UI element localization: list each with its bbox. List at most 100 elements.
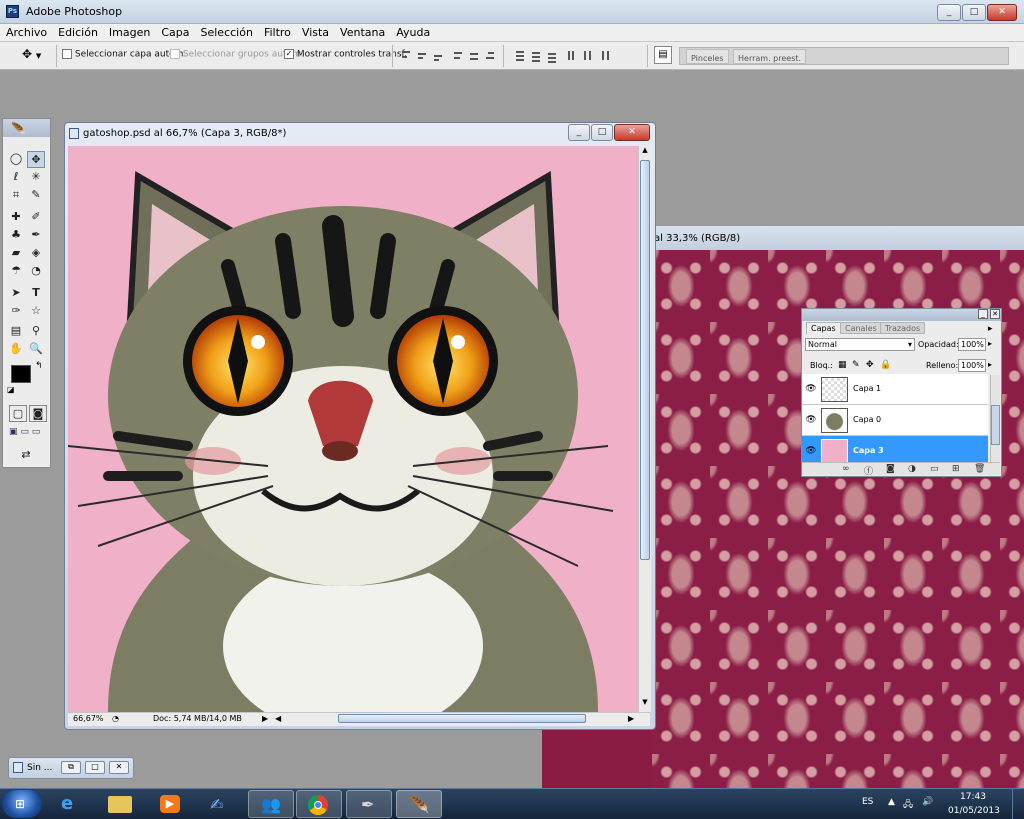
menu-ventana[interactable]: Ventana [334, 24, 390, 39]
eye-icon[interactable]: 👁 [805, 383, 817, 395]
clock-date[interactable]: 01/05/2013 [948, 806, 1000, 816]
layers-scroll-thumb[interactable] [991, 405, 1000, 445]
vertical-scrollbar[interactable]: ▲ ▼ [638, 146, 651, 712]
scroll-right-icon[interactable]: ▶ [628, 714, 634, 723]
shape-tool-icon[interactable]: ☆ [27, 303, 45, 320]
move-tool-icon[interactable]: ✥ [27, 151, 45, 168]
doc-close-button[interactable]: ✕ [614, 124, 650, 141]
panel-close-icon[interactable]: ✕ [990, 309, 1000, 319]
distribute-horizontal-center-icon[interactable] [580, 47, 594, 63]
brush-tool-icon[interactable]: ✐ [27, 209, 45, 226]
distribute-bottom-icon[interactable] [544, 47, 558, 63]
lock-all-icon[interactable]: 🔒 [880, 360, 891, 370]
clock-time[interactable]: 17:43 [960, 792, 986, 802]
distribute-top-icon[interactable] [512, 47, 526, 63]
healing-brush-icon[interactable]: ✚ [7, 209, 25, 226]
eyedropper-icon[interactable]: ⚲ [27, 323, 45, 340]
menu-ayuda[interactable]: Ayuda [390, 24, 435, 39]
panel-minimize-icon[interactable]: _ [978, 309, 988, 319]
standard-mode-icon[interactable]: ▢ [9, 405, 27, 422]
tab-pinceles[interactable]: Pinceles [686, 49, 729, 64]
menu-seleccion[interactable]: Selección [195, 24, 258, 39]
restore-icon[interactable]: ⧉ [61, 761, 81, 774]
marquee-tool-icon[interactable]: ◯ [7, 151, 25, 168]
eye-icon[interactable]: 👁 [805, 445, 817, 457]
layer-mask-icon[interactable]: ◙ [886, 464, 895, 474]
blend-mode-select[interactable]: Normal ▾ [805, 338, 915, 351]
paint-app-icon[interactable]: ✍ [198, 790, 244, 818]
move-tool-preset-picker[interactable]: ✥ ▼ [22, 47, 52, 63]
blur-tool-icon[interactable]: ☂ [7, 263, 25, 280]
show-transform-checkbox[interactable]: ✓ [284, 49, 294, 59]
paint-bucket-icon[interactable]: ◈ [27, 245, 45, 262]
distribute-right-icon[interactable] [596, 47, 610, 63]
adjustment-layer-icon[interactable]: ◑ [908, 464, 916, 474]
vertical-scroll-thumb[interactable] [640, 160, 650, 560]
hand-tool-icon[interactable]: ✋ [7, 341, 25, 358]
type-tool-icon[interactable]: T [27, 285, 45, 302]
align-top-icon[interactable] [398, 47, 412, 63]
horizontal-scroll-thumb[interactable] [338, 714, 586, 723]
document-canvas[interactable] [68, 146, 638, 712]
layer-style-icon[interactable]: ⓕ [864, 464, 873, 477]
brush-app-icon[interactable]: ✒ [346, 790, 392, 818]
menu-vista[interactable]: Vista [296, 24, 334, 39]
layer-row[interactable]: 👁 Capa 0 [802, 405, 988, 436]
align-left-icon[interactable] [450, 47, 464, 63]
messenger-icon[interactable]: 👥 [248, 790, 294, 818]
media-player-icon[interactable]: ▶ [148, 790, 194, 818]
doc-minimize-button[interactable]: _ [568, 124, 590, 141]
start-button[interactable]: ⊞ [2, 790, 42, 818]
maximize-icon[interactable]: □ [85, 761, 105, 774]
palette-well-icon[interactable]: ▤ [654, 46, 672, 64]
photoshop-taskbar-icon[interactable]: 🪶 [396, 790, 442, 818]
foreground-color-swatch[interactable] [11, 365, 31, 383]
toolbox-header[interactable]: 🪶 [3, 119, 50, 137]
layers-panel-header[interactable]: _ ✕ [802, 309, 1001, 321]
minimize-button[interactable]: _ [937, 4, 961, 21]
auto-select-layer-option[interactable]: Seleccionar capa autom. [62, 49, 186, 60]
zoom-tool-icon[interactable]: 🔍 [27, 341, 45, 358]
show-desktop-button[interactable] [1012, 789, 1024, 819]
maximize-button[interactable]: □ [962, 4, 986, 21]
scroll-up-icon[interactable]: ▲ [640, 146, 650, 158]
status-info-icon[interactable]: ◔ [112, 714, 119, 723]
align-vertical-center-icon[interactable] [414, 47, 428, 63]
show-transform-option[interactable]: ✓ Mostrar controles transf. [284, 49, 407, 60]
tab-canales[interactable]: Canales [840, 322, 882, 334]
fill-input[interactable]: 100% [958, 359, 986, 372]
lock-position-icon[interactable]: ✥ [866, 360, 874, 370]
layers-scrollbar[interactable] [990, 375, 1000, 467]
screen-mode-icons[interactable]: ▣ ▭ ▭ [9, 427, 45, 441]
zoom-level[interactable]: 66,67% [73, 714, 104, 723]
notes-tool-icon[interactable]: ▤ [7, 323, 25, 340]
layer-row[interactable]: 👁 Capa 1 [802, 374, 988, 405]
align-bottom-icon[interactable] [430, 47, 444, 63]
internet-explorer-icon[interactable]: e [48, 790, 94, 818]
imageready-icon[interactable]: ⇄ [17, 447, 35, 464]
link-layers-icon[interactable]: ∞ [842, 464, 850, 474]
close-button[interactable]: ✕ [987, 4, 1017, 21]
new-group-icon[interactable]: ▭ [930, 464, 939, 474]
align-horizontal-center-icon[interactable] [466, 47, 480, 63]
menu-archivo[interactable]: Archivo [0, 24, 52, 39]
magic-wand-icon[interactable]: ✳ [27, 169, 45, 186]
lasso-tool-icon[interactable]: ℓ [7, 169, 25, 186]
opacity-input[interactable]: 100% [958, 338, 986, 351]
crop-tool-icon[interactable]: ⌗ [7, 187, 25, 204]
scroll-left-icon[interactable]: ◀ [275, 714, 281, 723]
swap-colors-icon[interactable]: ↰ [35, 361, 43, 371]
default-colors-icon[interactable]: ◪ [7, 385, 15, 394]
tab-trazados[interactable]: Trazados [880, 322, 926, 334]
pen-tool-icon[interactable]: ✑ [7, 303, 25, 320]
menu-filtro[interactable]: Filtro [258, 24, 296, 39]
tray-arrow-icon[interactable]: ▲ [888, 797, 895, 807]
lock-transparency-icon[interactable]: ▦ [838, 360, 847, 370]
dodge-tool-icon[interactable]: ◔ [27, 263, 45, 280]
file-explorer-icon[interactable] [98, 790, 144, 818]
network-icon[interactable]: 🖧 [903, 797, 913, 813]
clone-stamp-icon[interactable]: ♣ [7, 227, 25, 244]
distribute-left-icon[interactable] [564, 47, 578, 63]
opacity-arrow-icon[interactable]: ▸ [988, 339, 992, 348]
doc-maximize-button[interactable]: □ [591, 124, 613, 141]
